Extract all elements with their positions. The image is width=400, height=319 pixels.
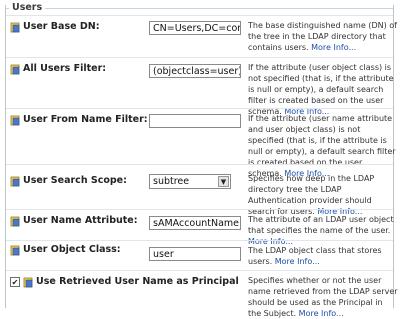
row-user-name-attribute: User Name Attribute: sAMAccountName The … — [6, 209, 394, 246]
row-user-search-scope: User Search Scope: subtree ▼ Specifies h… — [6, 164, 393, 216]
field-label: User Search Scope: — [23, 175, 127, 186]
field-label: Use Retrieved User Name as Principal — [36, 276, 239, 287]
description-text: The attribute of an LDAP user object tha… — [248, 215, 394, 235]
field-description: Specifies whether or not the user name r… — [248, 275, 398, 319]
user-search-scope-select[interactable]: subtree ▼ — [149, 174, 231, 189]
help-icon[interactable] — [10, 64, 21, 75]
field-label: All Users Filter: — [23, 63, 107, 74]
user-from-name-filter-input[interactable] — [149, 114, 241, 128]
field-label: User Object Class: — [23, 244, 121, 255]
field-label: User From Name Filter: — [23, 114, 148, 125]
field-description: The LDAP object class that stores users.… — [248, 245, 398, 267]
more-info-link[interactable]: More Info... — [311, 43, 356, 52]
user-name-attribute-input[interactable]: sAMAccountName — [149, 216, 241, 230]
section-divider — [6, 8, 393, 9]
user-object-class-input[interactable]: user — [149, 247, 241, 261]
users-section: Users User Base DN: CN=Users,DC=comput T… — [5, 2, 398, 318]
section-title: Users — [9, 2, 46, 13]
row-use-retrieved-user-name: ✔ Use Retrieved User Name as Principal S… — [6, 270, 398, 318]
help-icon[interactable] — [10, 115, 21, 126]
help-icon[interactable] — [10, 22, 21, 33]
row-all-users-filter: All Users Filter: (objectclass=user) If … — [6, 57, 394, 116]
more-info-link[interactable]: More Info... — [275, 257, 320, 266]
selected-value: subtree — [153, 176, 190, 187]
help-icon[interactable] — [10, 176, 21, 187]
user-base-dn-input[interactable]: CN=Users,DC=comput — [149, 21, 241, 35]
field-label: User Name Attribute: — [23, 215, 138, 226]
field-label: User Base DN: — [23, 21, 100, 32]
help-icon[interactable] — [23, 277, 34, 288]
help-icon[interactable] — [10, 216, 21, 227]
row-user-object-class: User Object Class: user The LDAP object … — [6, 240, 393, 271]
use-retrieved-user-name-checkbox[interactable]: ✔ — [10, 277, 20, 287]
field-description: The base distinguished name (DN) of the … — [248, 20, 398, 53]
dropdown-arrow-icon[interactable]: ▼ — [218, 176, 229, 187]
help-icon[interactable] — [10, 245, 21, 256]
all-users-filter-input[interactable]: (objectclass=user) — [149, 64, 241, 78]
row-user-from-name-filter: User From Name Filter: If the attribute … — [6, 108, 396, 178]
more-info-link[interactable]: More Info... — [299, 309, 344, 318]
row-user-base-dn: User Base DN: CN=Users,DC=comput The bas… — [6, 15, 397, 58]
